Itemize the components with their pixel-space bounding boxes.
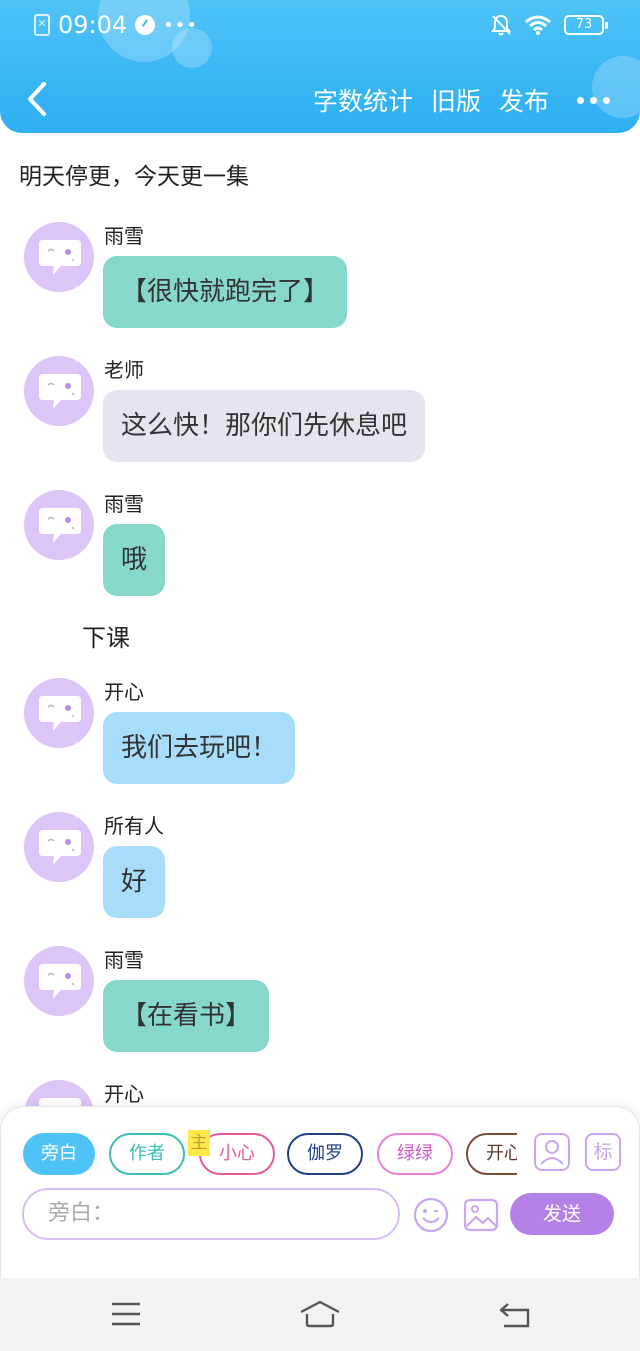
- menu-icon[interactable]: [110, 1300, 142, 1328]
- sender-name: 所有人: [104, 814, 164, 838]
- avatar: [24, 222, 94, 292]
- role-chip-narrator[interactable]: 旁白: [23, 1133, 95, 1175]
- chat-bubble-icon: [39, 508, 81, 543]
- avatar: [24, 356, 94, 426]
- sim-icon: ✕: [34, 14, 50, 36]
- avatar: [24, 490, 94, 560]
- role-chip-xiaoxin[interactable]: 小心: [199, 1133, 275, 1175]
- speed-icon: [135, 15, 156, 35]
- system-nav-bar: [0, 1278, 640, 1351]
- role-chip-author[interactable]: 作者: [109, 1133, 185, 1175]
- role-chip-jialuo[interactable]: 伽罗: [287, 1133, 363, 1175]
- message-bubble[interactable]: 哦: [103, 524, 166, 596]
- back-arrow-icon[interactable]: [22, 80, 52, 118]
- chat-bubble-icon: [39, 830, 81, 865]
- chat-bubble-icon: [39, 374, 81, 409]
- role-chip-kaixin[interactable]: 开心: [466, 1133, 517, 1175]
- role-chip-lvlv[interactable]: 绿绿: [377, 1133, 453, 1175]
- sender-name: 雨雪: [104, 948, 144, 972]
- battery-icon: 73: [564, 15, 608, 35]
- old-version-button[interactable]: 旧版: [431, 82, 481, 118]
- message-bubble[interactable]: 这么快！那你们先休息吧: [103, 390, 426, 462]
- status-time: 09:04: [58, 11, 128, 39]
- word-count-button[interactable]: 字数统计: [313, 82, 413, 118]
- sender-name: 雨雪: [104, 492, 144, 516]
- app-header: ✕ 09:04 ••• 73 字数统计 旧版 发布: [0, 0, 640, 133]
- message-bubble[interactable]: 我们去玩吧！: [103, 712, 296, 784]
- status-bar: ✕ 09:04 ••• 73: [0, 0, 640, 52]
- chat-bubble-icon: [39, 240, 81, 275]
- home-icon[interactable]: [298, 1300, 342, 1328]
- chat-bubble-icon: [39, 696, 81, 731]
- publish-button[interactable]: 发布: [499, 82, 549, 118]
- sender-name: 开心: [104, 680, 144, 704]
- sender-name: 老师: [104, 358, 144, 382]
- avatar: [24, 946, 94, 1016]
- emoji-icon[interactable]: [412, 1196, 450, 1234]
- send-button[interactable]: 发送: [510, 1193, 614, 1235]
- chat-bubble-icon: [39, 964, 81, 999]
- message-input[interactable]: 旁白：: [22, 1188, 400, 1240]
- message-bubble[interactable]: 好: [103, 846, 166, 918]
- sender-name: 雨雪: [104, 224, 144, 248]
- avatar: [24, 812, 94, 882]
- more-status-icon: •••: [163, 14, 199, 36]
- more-dots-icon[interactable]: [577, 96, 610, 104]
- character-icon[interactable]: [534, 1133, 570, 1171]
- mute-bell-icon: [491, 14, 511, 36]
- nav-bar: 字数统计 旧版 发布: [0, 72, 640, 128]
- avatar: [24, 678, 94, 748]
- image-icon[interactable]: [462, 1196, 500, 1234]
- sender-name: 开心: [104, 1082, 144, 1106]
- wifi-icon: [525, 15, 551, 35]
- narration-text[interactable]: 下课: [82, 618, 130, 653]
- scene-title: 明天停更，今天更一集: [19, 164, 249, 190]
- message-bubble[interactable]: 【在看书】: [103, 980, 270, 1052]
- mark-icon[interactable]: 标: [585, 1133, 621, 1171]
- main-character-tag: 主: [188, 1130, 210, 1156]
- message-bubble[interactable]: 【很快就跑完了】: [103, 256, 348, 328]
- role-chips: 旁白 作者 小心 伽罗 绿绿 开心: [23, 1133, 517, 1177]
- return-icon[interactable]: [498, 1300, 532, 1328]
